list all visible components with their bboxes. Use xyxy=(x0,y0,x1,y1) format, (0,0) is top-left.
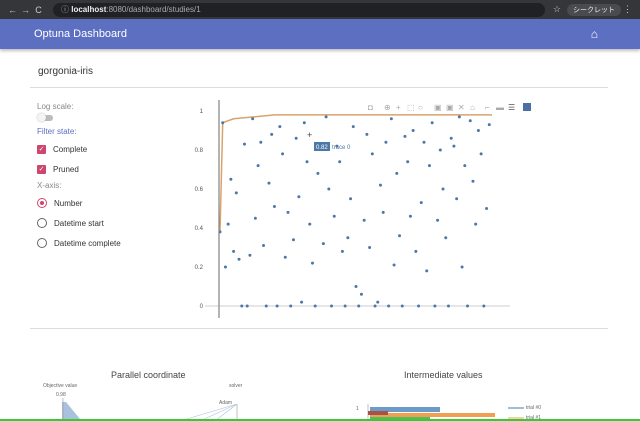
intermediate-values-title: Intermediate values xyxy=(404,370,483,380)
parallel-lines xyxy=(62,398,524,421)
legend-trial-0[interactable]: trial #0 xyxy=(526,405,541,411)
iv-y-tick: 1 xyxy=(356,406,359,412)
